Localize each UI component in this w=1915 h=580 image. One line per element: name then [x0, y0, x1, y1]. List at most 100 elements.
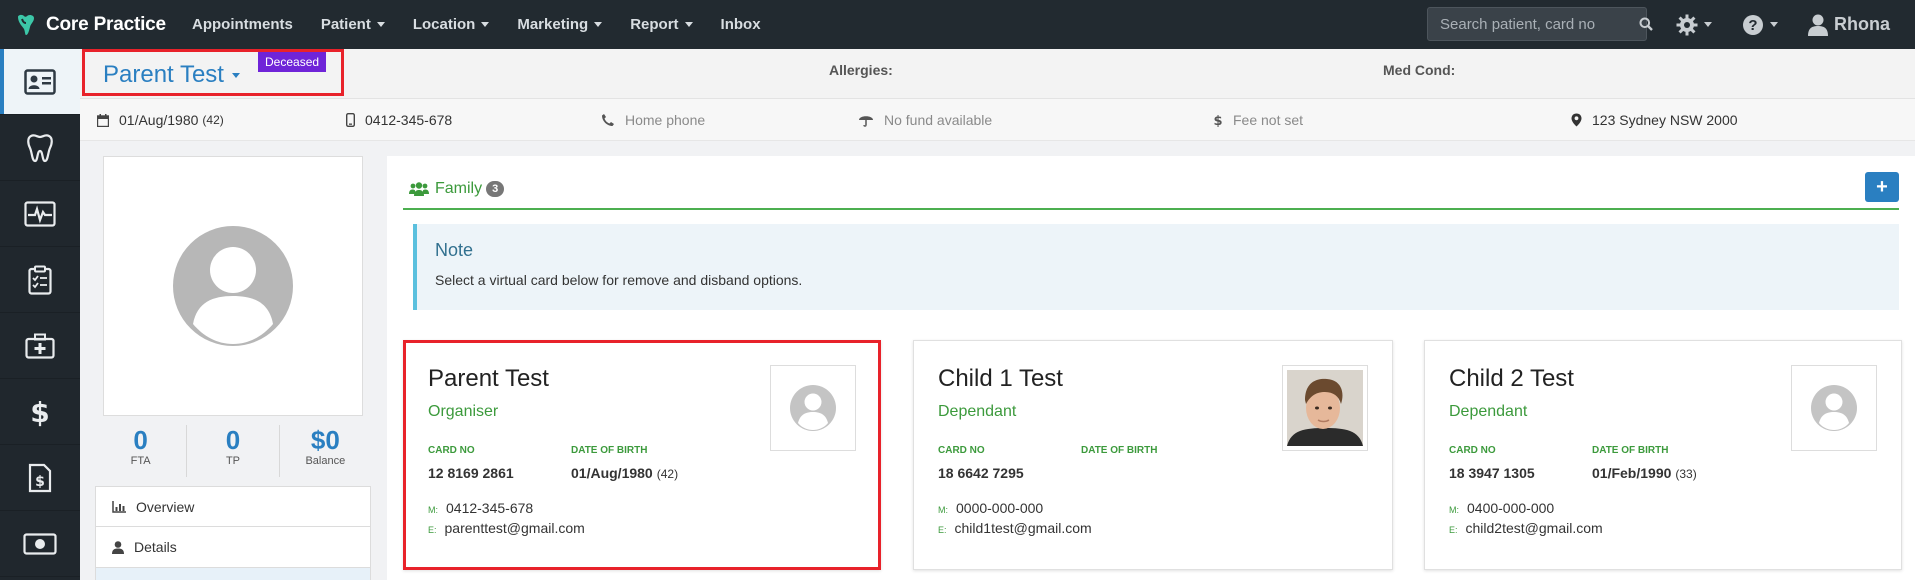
patient-card-icon	[24, 68, 56, 95]
email-value: child1test@gmail.com	[954, 520, 1092, 536]
user-menu[interactable]: Rhona	[1808, 0, 1890, 49]
email-prefix: E:	[428, 525, 437, 535]
sidebar-item-medical[interactable]	[0, 181, 80, 247]
stat-tp[interactable]: 0 TP	[187, 425, 280, 477]
email-line: E: parenttest@gmail.com	[428, 520, 585, 536]
patient-header: Parent Test Deceased Allergies: Med Cond…	[80, 49, 1915, 99]
sidebar-item-charting[interactable]	[0, 115, 80, 181]
map-marker-icon	[1571, 113, 1582, 127]
card-no-label: CARD NO	[1449, 445, 1496, 456]
mobile-info[interactable]: 0412-345-678	[346, 99, 452, 141]
age-value: (42)	[202, 113, 224, 127]
deceased-badge: Deceased	[258, 52, 327, 72]
family-title: Family 3	[409, 180, 505, 198]
nav-overview[interactable]: Overview	[95, 486, 371, 527]
dob-value: 01/Feb/1990 (33)	[1592, 465, 1697, 481]
menu-location[interactable]: Location	[399, 0, 504, 49]
patient-stats: 0 FTA 0 TP $0 Balance	[95, 425, 371, 477]
card-no-label: CARD NO	[428, 445, 475, 456]
sidebar-item-invoices[interactable]: $	[0, 445, 80, 511]
email-prefix: E:	[938, 525, 947, 535]
medical-kit-icon	[25, 333, 55, 359]
dob-label: DATE OF BIRTH	[1592, 445, 1669, 456]
stat-label: TP	[225, 455, 241, 467]
member-card-child-1[interactable]: Child 1 Test Dependant CARD NO DATE OF B…	[913, 340, 1393, 570]
caret-down-icon	[481, 22, 490, 27]
family-panel: Family 3 + Note Select a virtual card be…	[387, 156, 1915, 580]
member-photo	[1282, 365, 1368, 451]
note-box: Note Select a virtual card below for rem…	[413, 224, 1899, 310]
sidebar-item-billing[interactable]: $	[0, 379, 80, 445]
dob-label: DATE OF BIRTH	[571, 445, 648, 456]
sidebar-item-treatment[interactable]	[0, 313, 80, 379]
nav-label: Overview	[136, 498, 195, 515]
address-info[interactable]: 123 Sydney NSW 2000	[1571, 99, 1738, 141]
email-prefix: E:	[1449, 525, 1458, 535]
stat-value: 0	[225, 425, 241, 455]
add-family-member-button[interactable]: +	[1865, 172, 1899, 202]
user-name: Rhona	[1834, 14, 1890, 34]
member-card-parent[interactable]: Parent Test Organiser CARD NO DATE OF BI…	[403, 340, 881, 570]
phone-icon	[602, 114, 614, 126]
menu-inbox[interactable]: Inbox	[707, 0, 775, 49]
profile-photo[interactable]	[103, 156, 363, 416]
fee-info[interactable]: $ Fee not set	[1213, 99, 1303, 141]
menu-patient[interactable]: Patient	[307, 0, 399, 49]
mobile-value: 0412-345-678	[446, 500, 534, 516]
top-navbar: Core Practice Appointments Patient Locat…	[0, 0, 1915, 49]
boy-photo-icon	[1287, 370, 1363, 446]
dob-info: 01/Aug/1980 (42)	[97, 99, 224, 141]
user-icon	[112, 540, 124, 554]
stat-fta[interactable]: 0 FTA	[95, 425, 188, 477]
svg-text:$: $	[1213, 114, 1222, 127]
member-role: Dependant	[1449, 403, 1528, 420]
brand[interactable]: Core Practice	[0, 0, 178, 49]
gear-icon	[1676, 14, 1698, 35]
sidebar-item-forms[interactable]	[0, 247, 80, 313]
settings-menu[interactable]	[1676, 0, 1712, 49]
help-menu[interactable]: ?	[1742, 0, 1778, 49]
stat-value: 0	[133, 425, 148, 455]
fee-value: Fee not set	[1233, 112, 1304, 128]
fund-info[interactable]: No fund available	[858, 99, 992, 141]
money-icon	[23, 532, 57, 555]
calendar-icon	[97, 113, 109, 127]
member-card-child-2[interactable]: Child 2 Test Dependant CARD NO DATE OF B…	[1424, 340, 1902, 570]
address-value: 123 Sydney NSW 2000	[1592, 112, 1738, 128]
mobile-prefix: M:	[1449, 505, 1459, 515]
nav-details[interactable]: Details	[95, 527, 371, 568]
heart-monitor-icon	[24, 200, 56, 227]
member-photo	[770, 365, 856, 451]
users-icon	[409, 182, 429, 196]
menu-marketing[interactable]: Marketing	[503, 0, 616, 49]
help-icon: ?	[1743, 14, 1763, 35]
patient-name-dropdown[interactable]: Parent Test	[103, 61, 240, 89]
svg-text:?: ?	[1748, 17, 1757, 34]
menu-report[interactable]: Report	[616, 0, 706, 49]
stat-balance[interactable]: $0 Balance	[280, 425, 371, 477]
sidebar-item-payments[interactable]	[0, 511, 80, 577]
svg-text:$: $	[30, 397, 49, 427]
sidebar-item-patient-card[interactable]	[0, 49, 80, 115]
member-name: Parent Test	[428, 365, 549, 392]
menu-label: Marketing	[517, 16, 589, 33]
mobile-line: M: 0400-000-000	[1449, 500, 1554, 516]
nav-family[interactable]	[95, 568, 371, 580]
search-input[interactable]	[1428, 8, 1639, 40]
home-phone-info[interactable]: Home phone	[601, 99, 705, 141]
stat-label: FTA	[130, 455, 151, 467]
dob-label: DATE OF BIRTH	[1081, 445, 1158, 456]
search-icon[interactable]	[1639, 17, 1653, 31]
mobile-value: 0412-345-678	[365, 112, 453, 128]
tooth-logo-icon	[18, 14, 34, 35]
age-text: (33)	[1675, 467, 1697, 481]
card-no-value: 18 6642 7295	[938, 465, 1024, 481]
menu-appointments[interactable]: Appointments	[178, 0, 307, 49]
dollar-icon: $	[30, 397, 49, 427]
invoice-icon: $	[28, 463, 52, 492]
dob-text: 01/Feb/1990	[1592, 465, 1672, 481]
email-value: child2test@gmail.com	[1465, 520, 1603, 536]
mobile-value: 0400-000-000	[1467, 500, 1555, 516]
age-text: (42)	[656, 467, 679, 481]
menu-label: Location	[412, 16, 476, 33]
